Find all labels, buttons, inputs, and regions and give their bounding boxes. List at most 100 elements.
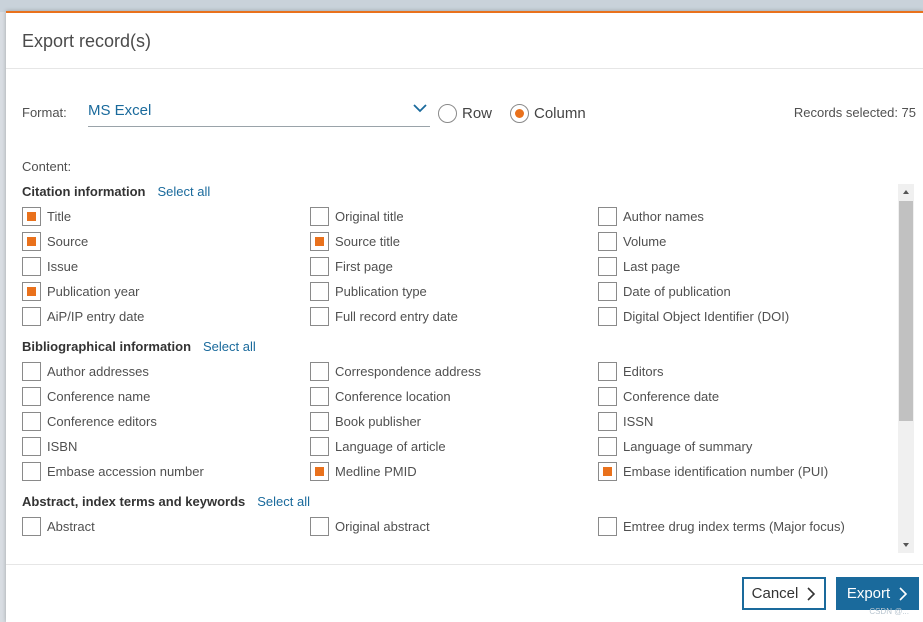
radio-column[interactable]: Column <box>510 102 586 124</box>
checkbox-option[interactable]: Source title <box>310 230 400 252</box>
checkbox[interactable] <box>598 437 617 457</box>
checkbox[interactable] <box>310 361 329 381</box>
checkbox-label: ISBN <box>47 439 78 455</box>
checkbox-option[interactable]: AiP/IP entry date <box>22 306 144 328</box>
checkbox-option[interactable]: Volume <box>598 230 666 252</box>
checkbox-option[interactable]: Embase accession number <box>22 461 204 483</box>
checkbox[interactable] <box>310 386 329 406</box>
checkbox-label: Volume <box>623 233 667 249</box>
checkbox-option[interactable]: Source <box>22 230 88 252</box>
dialog-footer: Cancel Export CSDN @... <box>6 564 923 622</box>
select-all-link[interactable]: Select all <box>158 184 211 199</box>
checkbox-option[interactable]: Embase identification number (PUI) <box>598 461 828 483</box>
radio-column-label: Column <box>534 104 586 122</box>
checkbox[interactable] <box>22 256 41 276</box>
checkbox[interactable] <box>598 256 617 276</box>
checkbox[interactable] <box>22 361 41 381</box>
checkbox-option[interactable]: Last page <box>598 255 680 277</box>
checkbox[interactable] <box>310 462 329 482</box>
checkbox-label: Title <box>47 208 72 224</box>
checkbox[interactable] <box>310 307 329 327</box>
checkbox-option[interactable]: Conference name <box>22 385 150 407</box>
checkbox-label: Full record entry date <box>335 309 458 325</box>
checkbox[interactable] <box>310 231 329 251</box>
checkbox-label: Conference date <box>623 388 720 404</box>
checkbox-option[interactable]: Emtree drug index terms (Major focus) <box>598 515 845 537</box>
vertical-scrollbar[interactable] <box>898 184 914 553</box>
checkbox[interactable] <box>310 256 329 276</box>
checkbox-option[interactable]: Language of summary <box>598 436 752 458</box>
checkbox[interactable] <box>22 411 41 431</box>
checkbox-label: ISSN <box>623 413 654 429</box>
checkbox[interactable] <box>22 231 41 251</box>
checkbox[interactable] <box>310 516 329 536</box>
checkbox-option[interactable]: Full record entry date <box>310 306 458 328</box>
cancel-button[interactable]: Cancel <box>742 577 826 610</box>
format-dropdown-value: MS Excel <box>88 102 152 119</box>
checkbox[interactable] <box>598 361 617 381</box>
checkbox[interactable] <box>310 437 329 457</box>
radio-row[interactable]: Row <box>438 102 492 124</box>
triangle-down-icon[interactable] <box>898 537 914 553</box>
checkbox-option[interactable]: ISBN <box>22 436 77 458</box>
checkbox[interactable] <box>598 282 617 302</box>
checkbox[interactable] <box>598 307 617 327</box>
chevron-down-icon <box>413 104 427 113</box>
checkbox-option[interactable]: ISSN <box>598 410 653 432</box>
select-all-link[interactable]: Select all <box>257 494 310 509</box>
checkbox-option[interactable]: Conference location <box>310 385 451 407</box>
checkbox-option[interactable]: First page <box>310 255 393 277</box>
checkbox[interactable] <box>22 437 41 457</box>
checkbox-option[interactable]: Book publisher <box>310 410 421 432</box>
content-options-list: Citation information Select all Title Origi… <box>22 178 916 552</box>
checkbox[interactable] <box>598 462 617 482</box>
export-button[interactable]: Export <box>836 577 919 610</box>
checkbox[interactable] <box>22 462 41 482</box>
checkbox-option[interactable]: Publication type <box>310 281 427 303</box>
checkbox[interactable] <box>22 206 41 226</box>
checkbox[interactable] <box>310 282 329 302</box>
scrollbar-thumb[interactable] <box>899 201 913 421</box>
checkbox[interactable] <box>598 231 617 251</box>
checkbox-option[interactable]: Author names <box>598 205 704 227</box>
format-dropdown[interactable]: MS Excel <box>88 99 430 127</box>
checkbox-option[interactable]: Issue <box>22 255 78 277</box>
checkbox-option[interactable]: Publication year <box>22 281 140 303</box>
checkbox[interactable] <box>598 206 617 226</box>
select-all-link[interactable]: Select all <box>203 339 256 354</box>
checkbox-option[interactable]: Correspondence address <box>310 360 481 382</box>
checkbox[interactable] <box>22 516 41 536</box>
checkbox-option[interactable]: Original title <box>310 205 404 227</box>
checkbox-label: Source <box>47 233 89 249</box>
checkbox-option[interactable]: Abstract <box>22 515 95 537</box>
checkbox[interactable] <box>22 386 41 406</box>
checkbox[interactable] <box>22 307 41 327</box>
checkbox-option[interactable]: Original abstract <box>310 515 430 537</box>
checkbox-label: Language of article <box>335 439 446 455</box>
checkbox-option[interactable]: Digital Object Identifier (DOI) <box>598 306 789 328</box>
checkbox-option[interactable]: Editors <box>598 360 663 382</box>
section-title: Bibliographical information <box>22 339 192 354</box>
checkbox-label: Last page <box>623 258 681 274</box>
checkbox-option[interactable]: Title <box>22 205 71 227</box>
checkbox-option[interactable]: Date of publication <box>598 281 731 303</box>
checkbox[interactable] <box>310 206 329 226</box>
triangle-up-icon[interactable] <box>898 184 914 200</box>
checkbox-option[interactable]: Conference editors <box>22 410 157 432</box>
chevron-right-icon <box>807 586 816 601</box>
checkbox[interactable] <box>22 282 41 302</box>
checkbox-label: Correspondence address <box>335 363 481 379</box>
checkbox-label: Conference name <box>47 388 151 404</box>
checkbox-option[interactable]: Language of article <box>310 436 446 458</box>
checkbox[interactable] <box>310 411 329 431</box>
checkbox-option[interactable]: Author addresses <box>22 360 149 382</box>
checkbox[interactable] <box>598 411 617 431</box>
checkbox[interactable] <box>598 386 617 406</box>
export-button-label: Export <box>846 585 891 602</box>
checkbox-option[interactable]: Conference date <box>598 385 719 407</box>
checkbox[interactable] <box>598 516 617 536</box>
checkbox-option[interactable]: Medline PMID <box>310 461 417 483</box>
checkbox-label: Conference editors <box>47 413 157 429</box>
watermark: CSDN @... <box>869 607 909 616</box>
section-title: Citation information <box>22 184 146 199</box>
